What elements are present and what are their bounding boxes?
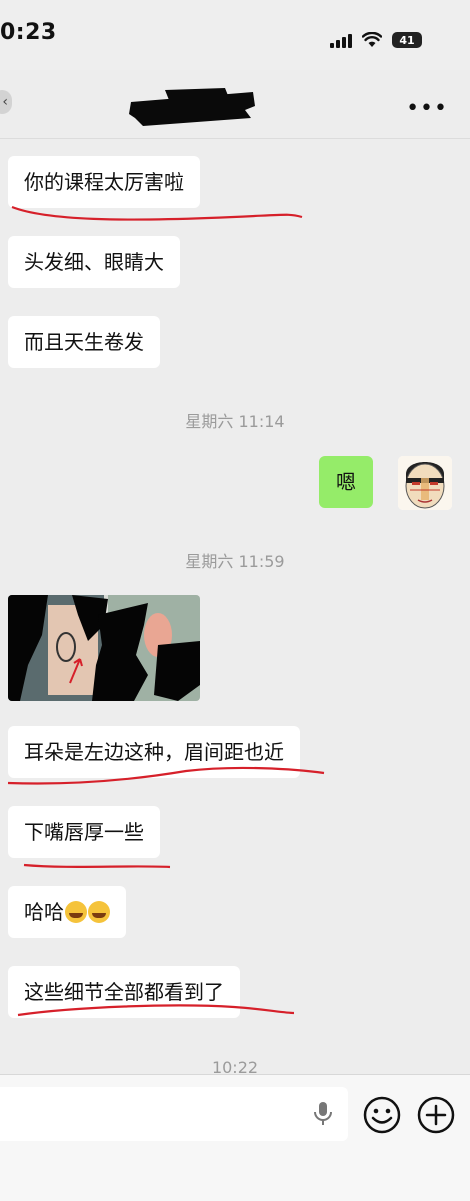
user-avatar[interactable] — [398, 456, 452, 510]
message-text: 头发细、眼睛大 — [24, 250, 164, 274]
message-bubble: 而且天生卷发 — [8, 316, 160, 368]
message-text: 下嘴唇厚一些 — [24, 820, 144, 844]
timestamp: 星期六 11:14 — [185, 412, 285, 431]
redacted-ear-photo — [8, 595, 200, 701]
microphone-icon[interactable] — [312, 1101, 334, 1127]
message-bubble: 这些细节全部都看到了 — [8, 966, 240, 1018]
input-bar — [0, 1074, 470, 1201]
chat-area: 你的课程太厉害啦 头发细、眼睛大 而且天生卷发 星期六 11:14 嗯 星期六 … — [0, 139, 470, 1077]
message-bubble: 耳朵是左边这种，眉间距也近 — [8, 726, 300, 778]
message-bubble: 下嘴唇厚一些 — [8, 806, 160, 858]
signal-icon — [330, 32, 352, 48]
message-bubble: 哈哈 — [8, 886, 126, 938]
image-message[interactable] — [8, 595, 200, 701]
status-bar: 0:23 41 — [0, 0, 470, 70]
battery-icon: 41 — [392, 32, 422, 48]
emoji-icon[interactable] — [362, 1095, 402, 1135]
message-text: 嗯 — [336, 470, 356, 494]
back-icon[interactable]: ‹ — [0, 90, 12, 114]
red-underline-mark — [23, 863, 171, 869]
message-text: 哈哈 — [24, 900, 64, 924]
status-time: 0:23 — [0, 20, 57, 45]
more-options-icon[interactable]: ••• — [406, 96, 448, 121]
outgoing-message-bubble: 嗯 — [319, 456, 373, 508]
message-text: 而且天生卷发 — [24, 330, 144, 354]
message-text: 这些细节全部都看到了 — [24, 980, 224, 1004]
wifi-icon — [362, 32, 382, 47]
laughing-crying-emoji-icon — [65, 901, 87, 923]
status-icons: 41 — [330, 32, 422, 48]
plus-icon[interactable] — [416, 1095, 456, 1135]
laughing-crying-emoji-icon — [88, 901, 110, 923]
chat-header: ‹ ••• — [0, 70, 470, 139]
message-bubble: 你的课程太厉害啦 — [8, 156, 200, 208]
message-input[interactable] — [0, 1087, 348, 1141]
chat-title-redaction — [129, 88, 255, 126]
timestamp: 星期六 11:59 — [185, 552, 285, 571]
message-bubble: 头发细、眼睛大 — [8, 236, 180, 288]
message-text: 耳朵是左边这种，眉间距也近 — [24, 740, 284, 764]
face-chart-avatar-icon — [398, 456, 452, 510]
message-text: 你的课程太厉害啦 — [24, 170, 184, 194]
